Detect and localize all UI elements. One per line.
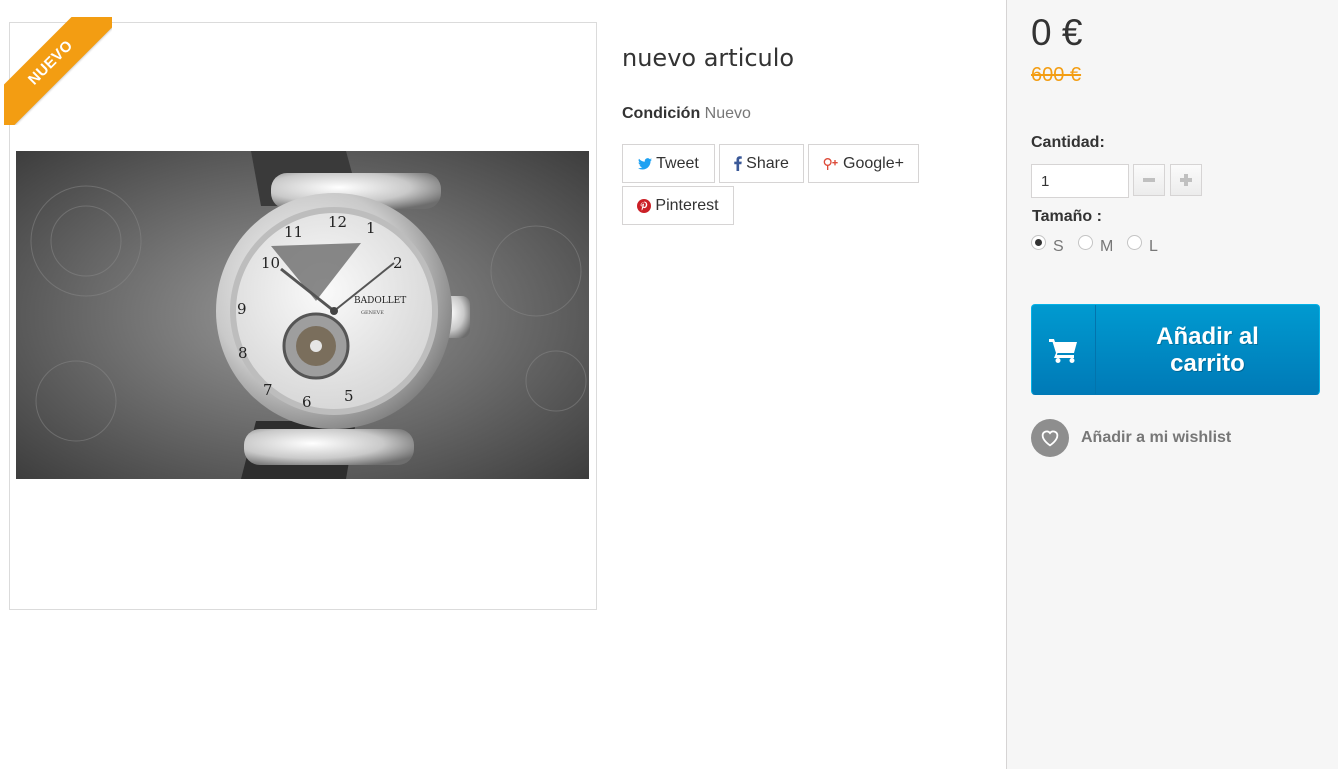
current-price: 0 € (1031, 12, 1083, 53)
product-title: nuevo articulo (622, 44, 795, 72)
size-option-l[interactable]: L (1127, 234, 1158, 256)
quantity-decrease-button[interactable] (1133, 164, 1165, 196)
old-price: 600 € (1031, 64, 1082, 86)
condition-value: Nuevo (704, 105, 751, 122)
pinterest-icon (637, 198, 652, 213)
svg-text:10: 10 (261, 254, 280, 272)
size-option-s[interactable]: S (1031, 234, 1064, 256)
svg-text:5: 5 (344, 387, 354, 405)
heart-icon (1041, 430, 1059, 447)
twitter-icon (638, 157, 653, 170)
plus-icon (1180, 174, 1192, 186)
google-plus-label: Google+ (843, 154, 904, 172)
svg-text:11: 11 (284, 223, 303, 241)
svg-text:12: 12 (328, 213, 347, 231)
pinterest-button[interactable]: Pinterest (622, 186, 734, 225)
svg-text:8: 8 (238, 344, 248, 362)
facebook-icon (734, 156, 742, 171)
size-radio-l[interactable] (1127, 234, 1142, 250)
svg-text:2: 2 (393, 254, 403, 272)
cart-icon-area (1032, 305, 1096, 394)
condition-label: Condición (622, 105, 701, 122)
size-label-s: S (1053, 238, 1064, 255)
pinterest-label: Pinterest (655, 196, 719, 214)
add-to-wishlist-link[interactable]: Añadir a mi wishlist (1031, 419, 1231, 457)
quantity-increase-button[interactable] (1170, 164, 1202, 196)
cart-icon (1048, 338, 1077, 363)
quantity-label: Cantidad: (1031, 134, 1105, 151)
svg-text:6: 6 (302, 393, 312, 411)
new-badge: Nuevo (4, 17, 112, 125)
google-plus-icon (823, 157, 839, 171)
minus-icon (1143, 178, 1155, 182)
size-radio-m[interactable] (1078, 234, 1093, 250)
svg-text:7: 7 (263, 381, 273, 399)
product-condition: Condición Nuevo (622, 105, 751, 123)
svg-text:9: 9 (237, 300, 247, 318)
size-label-m: M (1100, 238, 1114, 255)
size-label-l: L (1149, 238, 1158, 255)
svg-text:1: 1 (366, 219, 376, 237)
svg-text:GENEVE: GENEVE (361, 310, 384, 316)
size-label: Tamaño : (1032, 208, 1102, 225)
new-badge-ribbon: Nuevo (4, 17, 112, 125)
share-label: Share (746, 154, 789, 172)
add-to-cart-label: Añadir al carrito (1156, 322, 1259, 377)
facebook-share-button[interactable]: Share (719, 144, 804, 183)
product-image[interactable]: 121 23 1011 98 76 5 BADOLLET GENEVE (16, 151, 589, 479)
wishlist-label: Añadir a mi wishlist (1081, 429, 1232, 446)
tweet-button[interactable]: Tweet (622, 144, 715, 183)
google-plus-button[interactable]: Google+ (808, 144, 919, 183)
buy-box: 0 € 600 € Cantidad: Tamaño : S M L Añadi… (1006, 0, 1338, 769)
wishlist-circle (1031, 419, 1069, 457)
size-radio-s[interactable] (1031, 234, 1046, 250)
add-to-cart-button[interactable]: Añadir al carrito (1031, 304, 1320, 395)
size-option-m[interactable]: M (1078, 234, 1114, 256)
quantity-input[interactable] (1031, 164, 1129, 198)
svg-text:BADOLLET: BADOLLET (354, 296, 406, 306)
tweet-label: Tweet (656, 154, 699, 172)
